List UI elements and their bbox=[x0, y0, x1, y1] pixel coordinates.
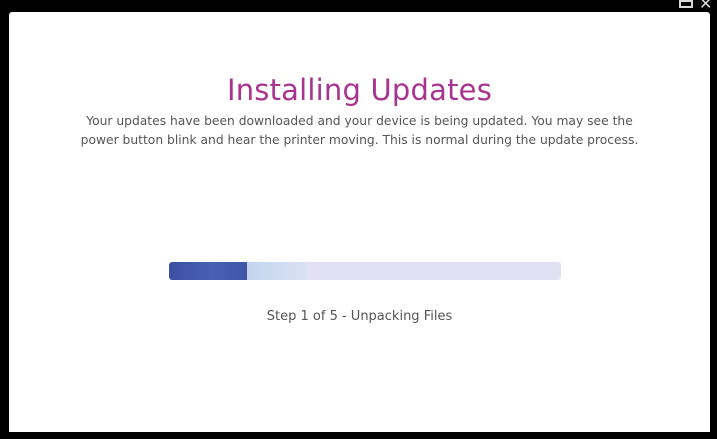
window-restore-icon[interactable] bbox=[679, 0, 693, 8]
progress-bar bbox=[169, 262, 561, 280]
device-frame: ✕ Installing Updates Your updates have b… bbox=[0, 0, 717, 439]
progress-step-label: Step 1 of 5 - Unpacking Files bbox=[266, 309, 453, 324]
update-screen: Installing Updates Your updates have bee… bbox=[9, 12, 710, 432]
progress-fill bbox=[169, 262, 247, 280]
update-description: Your updates have been downloaded and yo… bbox=[23, 112, 696, 150]
close-icon[interactable]: ✕ bbox=[699, 0, 712, 12]
description-line-1: Your updates have been downloaded and yo… bbox=[86, 114, 633, 128]
description-line-2: power button blink and hear the printer … bbox=[80, 133, 639, 147]
page-title: Installing Updates bbox=[226, 73, 493, 107]
progress-glow bbox=[247, 262, 306, 280]
